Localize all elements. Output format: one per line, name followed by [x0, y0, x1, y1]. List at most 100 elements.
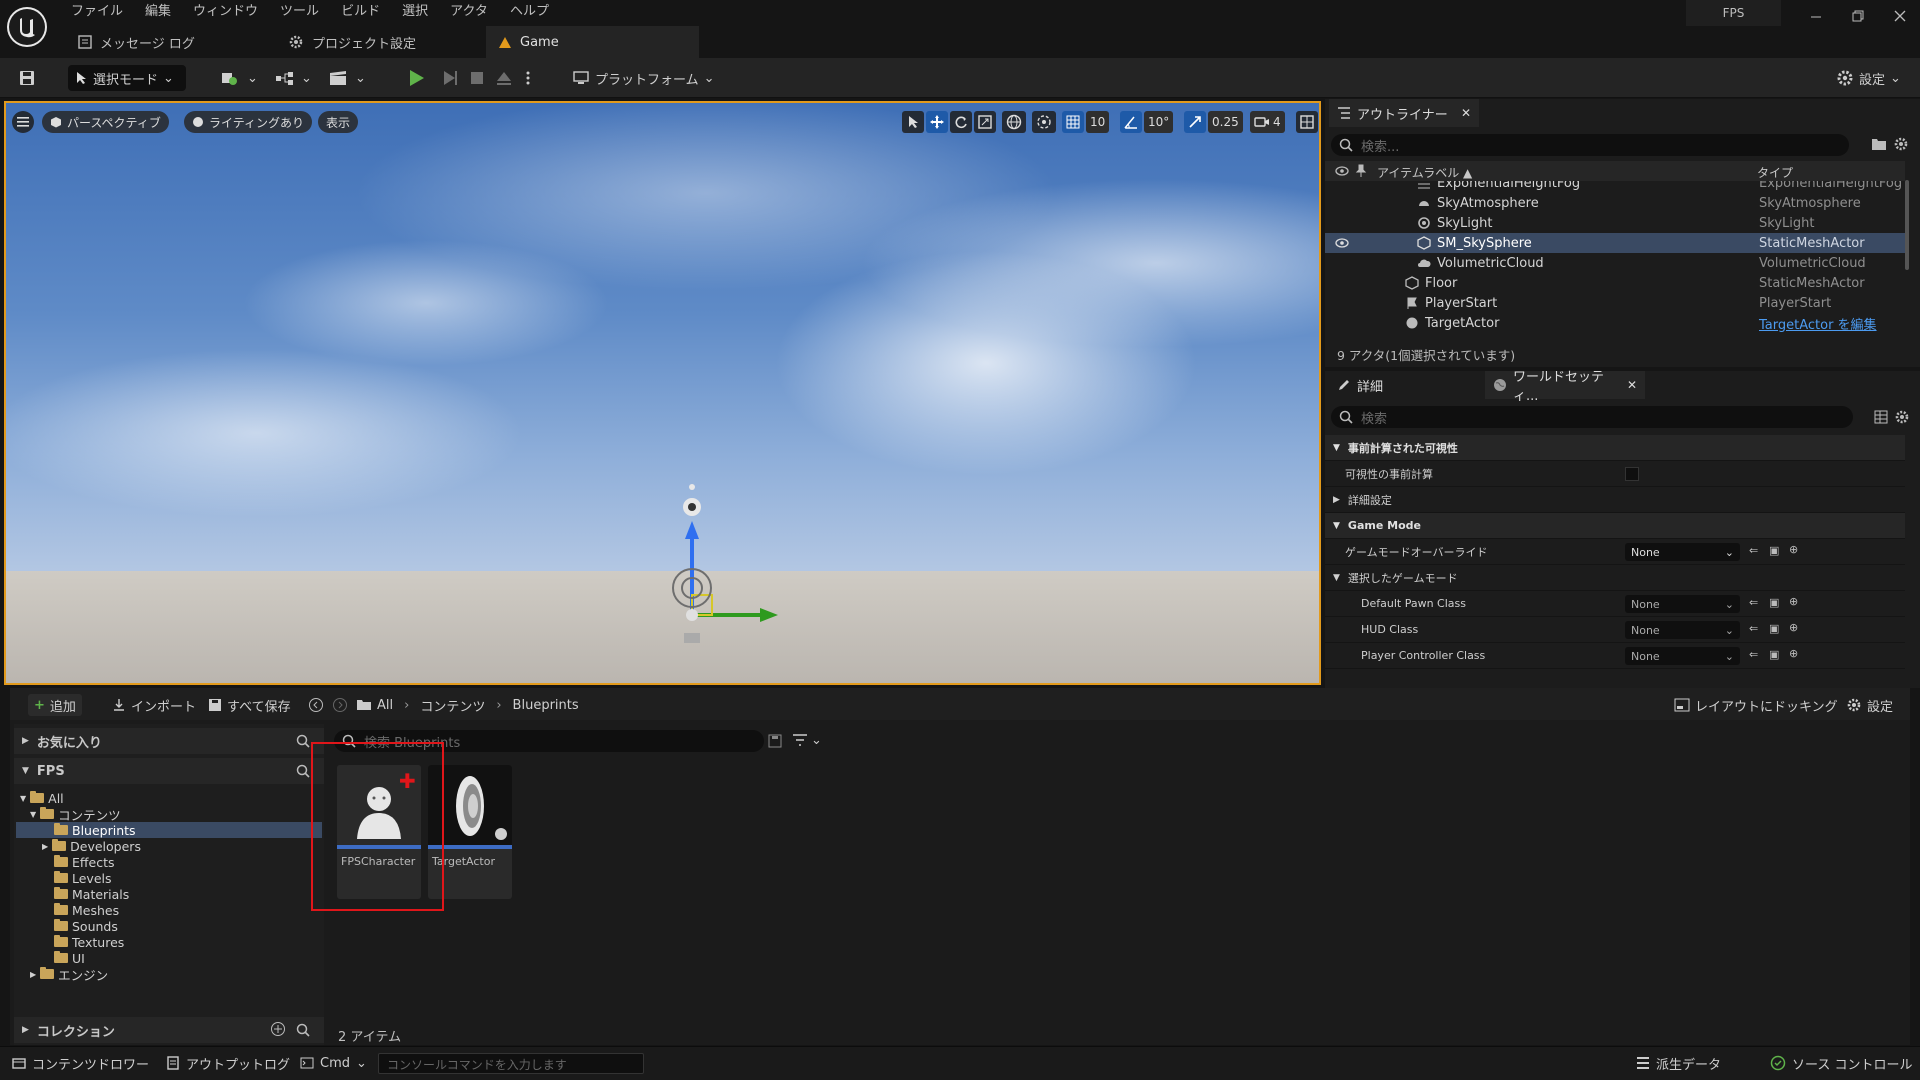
browse-folder-icon[interactable]: ▣ [1769, 596, 1779, 609]
outliner-row[interactable]: Floor StaticMeshActor [1325, 273, 1905, 293]
select-tool-icon[interactable] [902, 111, 924, 133]
tab-project-settings[interactable]: プロジェクト設定 [276, 26, 486, 58]
outliner-row[interactable]: TargetActor TargetActor を編集 [1325, 313, 1905, 333]
tree-item-developers[interactable]: ▶ Developers [42, 838, 141, 854]
menu-tools[interactable]: ツール [269, 0, 330, 24]
grid-snap-value[interactable]: 10 [1086, 111, 1110, 133]
output-log-button[interactable]: アウトプットログ [160, 1046, 296, 1080]
browse-arrow-icon[interactable]: ⇐ [1749, 596, 1758, 609]
eye-icon[interactable] [1335, 164, 1349, 178]
tree-item-textures[interactable]: Textures [54, 934, 124, 950]
scale-tool-icon[interactable] [974, 111, 996, 133]
default-pawn-dropdown[interactable]: None ⌄ [1625, 595, 1740, 613]
add-button[interactable]: + 追加 [28, 694, 82, 716]
outliner-row-selected[interactable]: SM_SkySphere StaticMeshActor [1325, 233, 1905, 253]
gear-icon[interactable] [1893, 136, 1909, 152]
translate-tool-icon[interactable] [926, 111, 948, 133]
dock-in-layout-button[interactable]: レイアウトにドッキング [1668, 694, 1844, 716]
add-collection-icon[interactable] [270, 1021, 286, 1037]
close-icon[interactable] [1879, 0, 1920, 32]
player-controller-dropdown[interactable]: None ⌄ [1625, 647, 1740, 665]
close-icon[interactable]: ✕ [1627, 378, 1637, 392]
content-drawer-button[interactable]: コンテンツドロワー [6, 1046, 155, 1080]
eye-icon[interactable] [1335, 236, 1349, 250]
save-search-icon[interactable] [768, 734, 782, 748]
collections-section[interactable]: ▶ コレクション [14, 1017, 324, 1043]
tab-game-level[interactable]: Game [486, 26, 699, 58]
tree-item-meshes[interactable]: Meshes [54, 902, 119, 918]
tree-item-materials[interactable]: Materials [54, 886, 129, 902]
tree-item-effects[interactable]: Effects [54, 854, 115, 870]
level-viewport[interactable]: パースペクティブ ライティングあり 表示 10 10° 0.25 4 [4, 101, 1321, 685]
cinematics-button[interactable]: ⌄ [322, 65, 372, 91]
outliner-scrollbar[interactable] [1905, 180, 1909, 270]
more-options-icon[interactable] [520, 65, 536, 91]
show-dropdown[interactable]: 表示 [318, 111, 359, 133]
stop-button[interactable] [463, 65, 491, 91]
scale-snap-toggle[interactable] [1184, 111, 1206, 133]
platforms-dropdown[interactable]: プラットフォーム ⌄ [566, 65, 721, 91]
select-mode-dropdown[interactable]: 選択モード ⌄ [68, 65, 186, 91]
minimize-icon[interactable] [1795, 0, 1837, 32]
hamburger-menu-icon[interactable] [12, 111, 34, 133]
outliner-row[interactable]: PlayerStart PlayerStart [1325, 293, 1905, 313]
rotation-snap-toggle[interactable] [1120, 111, 1142, 133]
outliner-row[interactable]: SkyLight SkyLight [1325, 213, 1905, 233]
tree-item-all[interactable]: ▼ All [20, 790, 64, 806]
breadcrumb-content[interactable]: コンテンツ [420, 696, 485, 715]
game-mode-override-dropdown[interactable]: None ⌄ [1625, 543, 1740, 561]
breadcrumb-all[interactable]: All [377, 698, 393, 713]
menu-file[interactable]: ファイル [60, 0, 134, 24]
menu-window[interactable]: ウィンドウ [182, 0, 269, 24]
category-precomputed-visibility[interactable]: ▼ 事前計算された可視性 [1325, 435, 1905, 461]
column-item-label[interactable]: アイテムラベル ▲ [1377, 164, 1472, 181]
tree-item-levels[interactable]: Levels [54, 870, 112, 886]
step-button[interactable] [435, 65, 465, 91]
save-icon[interactable] [12, 65, 42, 91]
play-button[interactable] [400, 65, 432, 91]
close-icon[interactable]: ✕ [1461, 106, 1471, 120]
save-all-button[interactable]: すべて保存 [202, 694, 297, 716]
unreal-logo-icon[interactable] [7, 7, 47, 47]
restore-icon[interactable] [1837, 0, 1879, 32]
tab-details[interactable]: 詳細 [1329, 371, 1479, 399]
outliner-row[interactable]: ExponentialHeightFog ExponentialHeightFog [1325, 181, 1905, 193]
edit-target-actor-link[interactable]: TargetActor を編集 [1759, 314, 1877, 333]
hud-class-dropdown[interactable]: None ⌄ [1625, 621, 1740, 639]
browse-folder-icon[interactable]: ▣ [1769, 648, 1779, 661]
eject-button[interactable] [490, 65, 518, 91]
rotation-snap-value[interactable]: 10° [1144, 111, 1174, 133]
menu-actor[interactable]: アクタ [439, 0, 499, 24]
browse-arrow-icon[interactable]: ⇐ [1749, 648, 1758, 661]
menu-select[interactable]: 選択 [391, 0, 439, 24]
outliner-search-input[interactable]: 検索... [1331, 134, 1849, 156]
add-actor-button[interactable]: ⌄ [214, 65, 264, 91]
tree-item-content[interactable]: ▼ コンテンツ [30, 806, 121, 823]
translate-gizmo[interactable] [666, 463, 806, 643]
pin-icon[interactable] [1355, 164, 1367, 178]
rotate-tool-icon[interactable] [950, 111, 972, 133]
menu-help[interactable]: ヘルプ [499, 0, 560, 24]
property-row[interactable]: ▶ 詳細設定 [1325, 487, 1905, 513]
category-game-mode[interactable]: ▼ Game Mode [1325, 513, 1905, 539]
source-control-button[interactable]: ソース コントロール [1764, 1046, 1918, 1080]
blueprint-button[interactable]: ⌄ [268, 65, 318, 91]
lighting-dropdown[interactable]: ライティングあり [184, 111, 313, 133]
outliner-row[interactable]: VolumetricCloud VolumetricCloud [1325, 253, 1905, 273]
tab-world-settings[interactable]: ワールドセッティ... ✕ [1485, 370, 1645, 404]
menu-edit[interactable]: 編集 [134, 0, 182, 24]
tab-message-log[interactable]: メッセージ ログ [66, 26, 276, 58]
derived-data-button[interactable]: 派生データ [1630, 1046, 1727, 1080]
add-icon[interactable]: ⊕ [1789, 543, 1798, 556]
new-folder-icon[interactable] [1871, 137, 1887, 151]
surface-snap-icon[interactable] [1032, 111, 1056, 133]
tree-item-sounds[interactable]: Sounds [54, 918, 118, 934]
perspective-dropdown[interactable]: パースペクティブ [42, 111, 169, 133]
settings-dropdown[interactable]: 設定 ⌄ [1830, 65, 1907, 91]
favorites-section[interactable]: ▶ お気に入り [14, 728, 324, 754]
viewport-layout-icon[interactable] [1296, 111, 1318, 133]
world-local-icon[interactable] [1002, 111, 1026, 133]
add-icon[interactable]: ⊕ [1789, 621, 1798, 634]
add-icon[interactable]: ⊕ [1789, 595, 1798, 608]
add-icon[interactable]: ⊕ [1789, 647, 1798, 660]
